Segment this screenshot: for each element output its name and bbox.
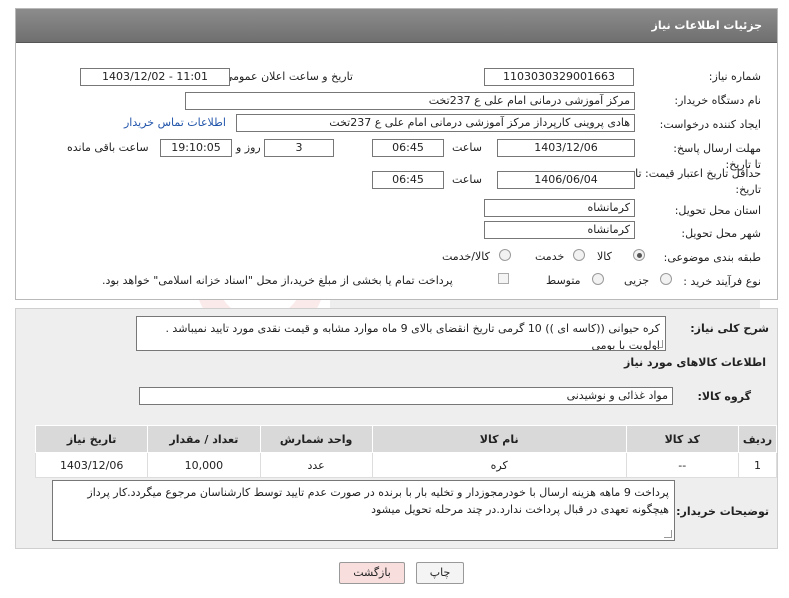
validity-date-field: 1406/06/04	[497, 171, 635, 189]
table-cell: کره	[371, 452, 627, 478]
remaining-label: ساعت باقی مانده	[67, 141, 149, 154]
items-table: ردیف کد کالا نام کالا واحد شمارش تعداد /…	[34, 425, 778, 478]
column-header: نام کالا	[371, 425, 627, 453]
buyer-org-label: نام دستگاه خریدار:	[674, 94, 761, 107]
category-radio-goods[interactable]	[633, 249, 645, 261]
announce-label: تاریخ و ساعت اعلان عمومی:	[220, 70, 353, 83]
column-header: تعداد / مقدار	[147, 425, 261, 453]
column-header: واحد شمارش	[259, 425, 373, 453]
validity-time-label: ساعت	[452, 173, 482, 186]
resize-handle[interactable]	[655, 340, 663, 348]
buyer-notes-text: پرداخت 9 ماهه هزینه ارسال با خودرمجوزدار…	[87, 486, 669, 516]
category-radio-service[interactable]	[573, 249, 585, 261]
city-field: کرمانشاه	[484, 221, 635, 239]
column-header: تاریخ نیاز	[34, 425, 149, 453]
table-row: 1 -- کره عدد 10,000 1403/12/06	[34, 452, 778, 478]
remaining-time-field: 19:10:05	[160, 139, 232, 157]
creator-label: ایجاد کننده درخواست:	[659, 118, 761, 131]
table-cell: عدد	[259, 452, 373, 478]
resize-handle[interactable]	[664, 530, 672, 538]
process-medium-label: متوسط	[546, 274, 581, 287]
table-header-row: ردیف کد کالا نام کالا واحد شمارش تعداد /…	[34, 425, 778, 453]
deadline-date-field: 1403/12/06	[497, 139, 635, 157]
goods-info-title: اطلاعات کالاهای مورد نیاز	[624, 356, 766, 369]
validity-label: حداقل تاریخ اعتبار قیمت: تا تاریخ:	[635, 167, 761, 196]
summary-label: شرح کلی نیاز:	[690, 322, 769, 335]
buyer-notes-textarea[interactable]: پرداخت 9 ماهه هزینه ارسال با خودرمجوزدار…	[52, 480, 675, 541]
category-goods-service-label: کالا/خدمت	[442, 250, 490, 263]
goods-group-label: گروه کالا:	[697, 390, 751, 403]
validity-time-field: 06:45	[372, 171, 444, 189]
summary-textarea[interactable]: کره حیوانی ((کاسه ای )) 10 گرمی تاریخ ان…	[136, 316, 666, 351]
contact-buyer-link[interactable]: اطلاعات تماس خریدار	[124, 116, 226, 129]
city-label: شهر محل تحویل:	[681, 227, 761, 240]
category-service-label: خدمت	[535, 250, 565, 263]
column-header: کد کالا	[625, 425, 739, 453]
process-label: نوع فرآیند خرید :	[683, 275, 761, 288]
deadline-time-label: ساعت	[452, 141, 482, 154]
process-minor-label: جزیی	[624, 274, 650, 287]
table-cell: --	[625, 452, 739, 478]
category-label: طبقه بندی موضوعی:	[663, 251, 761, 264]
need-number-label: شماره نیاز:	[708, 70, 761, 83]
payment-note: پرداخت تمام یا بخشی از مبلغ خرید،از محل …	[102, 274, 453, 287]
buyer-notes-label: توضیحات خریدار:	[676, 505, 769, 518]
need-number-field: 1103030329001663	[484, 68, 634, 86]
deadline-time-field: 06:45	[372, 139, 444, 157]
buyer-org-field: مرکز آموزشی درمانی امام علی ع 237تخت	[185, 92, 635, 110]
print-button[interactable]: چاپ	[416, 562, 464, 584]
process-radio-medium[interactable]	[592, 273, 604, 285]
column-header: ردیف	[737, 425, 778, 453]
category-radio-goods-service[interactable]	[499, 249, 511, 261]
table-cell: 10,000	[147, 452, 261, 478]
days-field: 3	[264, 139, 334, 157]
table-cell: 1403/12/06	[34, 452, 149, 478]
process-radio-minor[interactable]	[660, 273, 672, 285]
treasury-checkbox[interactable]	[498, 273, 509, 284]
table-cell: 1	[737, 452, 778, 478]
category-goods-label: کالا	[597, 250, 612, 263]
province-field: کرمانشاه	[484, 199, 635, 217]
panel-header: جزئیات اطلاعات نیاز	[16, 9, 777, 43]
province-label: استان محل تحویل:	[674, 204, 761, 217]
summary-text: کره حیوانی ((کاسه ای )) 10 گرمی تاریخ ان…	[165, 322, 660, 351]
announce-field: 1403/12/02 - 11:01	[80, 68, 230, 86]
panel-title: جزئیات اطلاعات نیاز	[651, 19, 763, 32]
goods-group-field: مواد غذائی و نوشیدنی	[139, 387, 673, 405]
creator-field: هادی پروینی کارپرداز مرکز آموزشی درمانی …	[236, 114, 635, 132]
back-button[interactable]: بازگشت	[339, 562, 405, 584]
days-label: روز و	[236, 141, 261, 154]
